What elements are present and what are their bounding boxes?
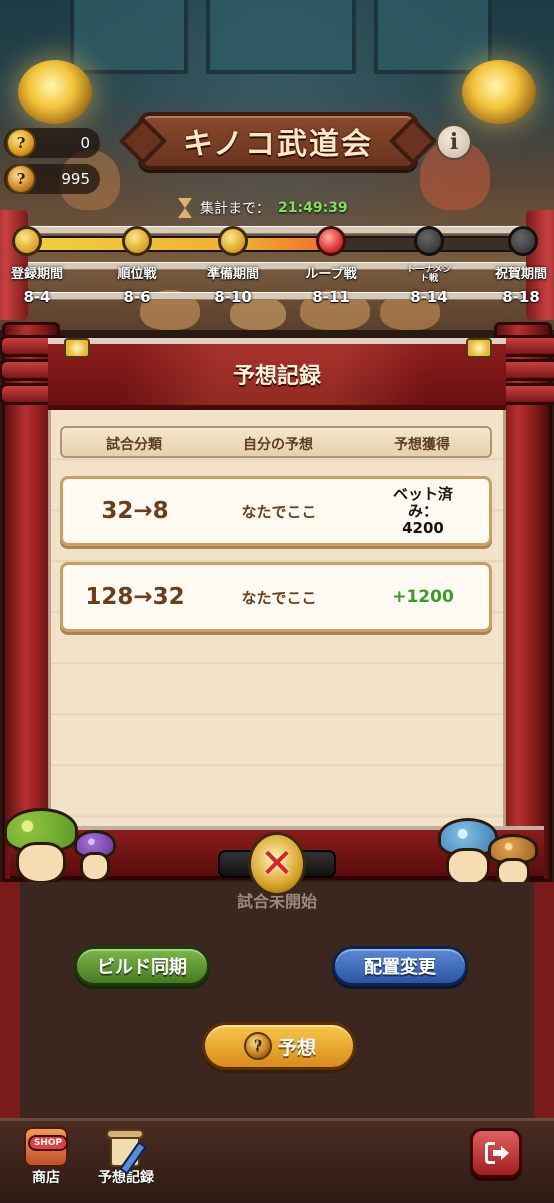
nav-label: 商店: [32, 1170, 60, 1186]
record-row[interactable]: 32→8 なたでここ ベット済 み： 4200: [60, 476, 492, 546]
coin-icon: ?: [6, 128, 36, 158]
record-result: +1200: [392, 587, 454, 607]
scroll-roll: [106, 1129, 144, 1139]
predict-button-label: 予想: [277, 1036, 316, 1059]
record-result-amount: 4200: [402, 518, 444, 537]
mushroom-stem: [16, 842, 66, 884]
schedule-track-progress: [24, 236, 334, 252]
record-result-line: ベット済: [392, 484, 453, 503]
info-icon: i: [449, 129, 459, 155]
coin-icon: ?: [243, 1032, 272, 1060]
stage-date: 8-11: [312, 288, 350, 306]
countdown-timer: 集計まで： 21:49:39: [178, 198, 348, 218]
stage-name: 祝賀期間: [494, 267, 547, 282]
stage-date: 8-6: [123, 288, 151, 306]
ring-rope: [0, 262, 554, 270]
record-category: 128→32: [85, 584, 185, 610]
timer-value: 21:49:39: [278, 200, 348, 216]
stage-name: 準備期間: [206, 267, 259, 282]
x-mark-icon: ✕: [260, 841, 294, 887]
mushroom-stem: [80, 852, 110, 882]
scroll-icon: [106, 1127, 147, 1175]
exit-icon: [485, 1142, 509, 1164]
predict-button[interactable]: ? 予想: [202, 1022, 356, 1070]
stage-ranking: 順位戦 8-6: [97, 266, 177, 306]
stage-name: 順位戦: [117, 267, 157, 282]
ticket-coin-icon: ?: [6, 164, 36, 194]
stage-node: [414, 226, 444, 256]
stage-name: ループ戦: [305, 267, 357, 282]
stage-registration: 登録期間 8-4: [0, 266, 77, 306]
green-mushroom-mascot: [4, 808, 78, 888]
records-header-banner: 予想記録: [48, 338, 506, 410]
shop-icon: SHOP: [24, 1127, 68, 1167]
record-pick: なたでここ: [241, 502, 317, 521]
mushroom-stem: [446, 848, 490, 886]
stage-tournament: トーナメント戦 8-14: [389, 265, 469, 307]
rearrange-button[interactable]: 配置変更: [332, 946, 468, 986]
hourglass-icon: [178, 198, 192, 218]
record-result: ベット済 み： 4200: [351, 479, 495, 543]
column-header-reward: 予想獲得: [394, 437, 450, 453]
side-rail: [534, 882, 554, 1118]
stage-date: 8-4: [23, 288, 51, 306]
record-category: 32→8: [101, 498, 169, 524]
ring-rope: [0, 292, 554, 300]
exit-arrow-head: [501, 1146, 509, 1160]
stage-date: 8-18: [502, 288, 540, 306]
championship-belt: ✕: [218, 832, 336, 896]
arena-screen-right: [374, 0, 492, 74]
shop-sign: SHOP: [28, 1135, 68, 1151]
build-sync-button[interactable]: ビルド同期: [74, 946, 210, 986]
stage-loop: ループ戦 8-11: [291, 266, 371, 306]
action-area: [0, 882, 554, 1118]
orange-mushroom-mascot: [488, 834, 538, 888]
arena-screen-left: [70, 0, 188, 74]
lamp-icon: [64, 338, 90, 358]
records-table-header: 試合分類 自分の予想 予想獲得: [60, 426, 492, 458]
coin-value: 0: [80, 134, 90, 152]
stage-date: 8-14: [410, 288, 448, 306]
page-title-plate: キノコ武道会: [138, 112, 418, 170]
stage-node: [218, 226, 248, 256]
info-button[interactable]: i: [436, 124, 472, 160]
page-title: キノコ武道会: [183, 127, 373, 162]
column-header-pick: 自分の予想: [243, 437, 313, 453]
nav-item-records[interactable]: 予想記録: [88, 1127, 164, 1187]
spotlight-icon: [18, 60, 92, 124]
belt-plate: ✕: [248, 832, 306, 896]
lamp-icon: [466, 338, 492, 358]
nav-item-shop[interactable]: SHOP 商店: [8, 1127, 84, 1187]
stage-name: トーナメント戦: [406, 265, 452, 284]
exit-button[interactable]: [470, 1128, 522, 1178]
spotlight-icon: [462, 60, 536, 124]
stage-node: [508, 226, 538, 256]
record-row[interactable]: 128→32 なたでここ +1200: [60, 562, 492, 632]
stage-preparation: 準備期間 8-10: [193, 266, 273, 306]
ticket-value: 995: [61, 170, 90, 188]
ticket-counter: ? 995: [4, 164, 100, 194]
stage-celebration: 祝賀期間 8-18: [481, 266, 554, 306]
stage-date: 8-10: [214, 288, 252, 306]
record-result-line: み：: [407, 501, 438, 520]
stage-node: [12, 226, 42, 256]
side-rail: [0, 882, 20, 1118]
record-pick: なたでここ: [241, 588, 317, 607]
records-title: 予想記録: [232, 364, 321, 389]
stage-name: 登録期間: [10, 267, 63, 282]
arena-screen-center: [206, 0, 356, 74]
ring-rope: [0, 226, 554, 234]
purple-mushroom-mascot: [74, 830, 116, 884]
coin-counter: ? 0: [4, 128, 100, 158]
stage-node: [122, 226, 152, 256]
stage-node-current: [316, 226, 346, 256]
timer-label: 集計まで：: [200, 201, 270, 217]
column-header-category: 試合分類: [106, 437, 162, 453]
